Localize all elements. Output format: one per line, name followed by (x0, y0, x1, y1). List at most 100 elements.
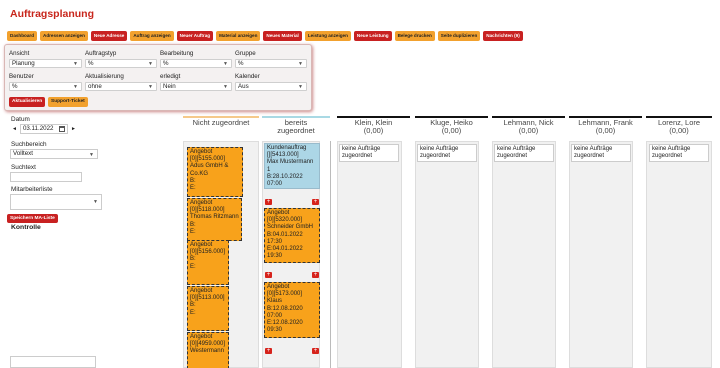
add-icon[interactable]: + (265, 199, 272, 205)
card-line: Schneider GmbH (267, 224, 314, 231)
no-orders-box: keine Aufträge zugeordnet (494, 144, 554, 162)
no-orders-box: keine Aufträge zugeordnet (649, 144, 709, 162)
card-line: E:04.01.2022 19:30 (267, 246, 303, 260)
bearbeitung-select[interactable]: % ▼ (160, 59, 232, 68)
next-day-button[interactable]: ► (71, 126, 76, 132)
chevron-down-icon: ▼ (148, 61, 153, 67)
column-header-text: Lehmann, Frank (0,00) (569, 119, 642, 135)
card-line: [0][4959.000] (190, 341, 226, 348)
card-line: Klaus (267, 298, 283, 305)
order-card[interactable]: Angebot [0][5155.000] Adus GmbH & Co.KG B: E: (187, 147, 243, 197)
kalender-select[interactable]: Aus ▼ (235, 82, 307, 91)
card-line: [0][5113.000] (190, 295, 225, 302)
card-line: Angebot (190, 149, 213, 155)
column-header-2: Klein, Klein (0,00) (337, 116, 410, 136)
column-header-6: Lorenz, Lore (0,00) (646, 116, 712, 136)
card-line: E:12.08.2020 09:30 (267, 320, 303, 334)
scrollbar[interactable] (330, 141, 331, 368)
card-line: [0][5156.000] (190, 249, 226, 256)
card-line: E: (190, 185, 196, 192)
card-line: 17:30 (267, 238, 283, 245)
card-line: B: (190, 256, 196, 263)
card-line: Adus GmbH & (190, 163, 229, 170)
card-line: Kundenauftrag (267, 145, 307, 151)
column-header-text: Lorenz, Lore (0,00) (646, 119, 712, 135)
add-icon[interactable]: + (265, 272, 272, 278)
toolbar-button-1[interactable]: Adressen anzeigen (40, 31, 88, 41)
column-count: (0,00) (595, 126, 616, 135)
suchbereich-select[interactable]: Volltext ▼ (10, 149, 98, 159)
support-ticket-button[interactable]: Support-Ticket (48, 97, 88, 107)
column-count: zugeordnet (277, 126, 315, 135)
card-line: [0][5173.000] (267, 291, 303, 298)
suchtext-input[interactable] (10, 172, 82, 182)
add-icon[interactable]: + (312, 348, 319, 354)
order-card[interactable]: Angebot [0][5320.000] Schneider GmbH B:04.0… (264, 208, 320, 263)
gruppe-select[interactable]: % ▼ (235, 59, 307, 68)
toolbar-button-10[interactable]: Seite duplizieren (437, 31, 481, 41)
toolbar-button-7[interactable]: Leistung anzeigen (304, 31, 351, 41)
auftragstyp-select[interactable]: % ▼ (85, 59, 157, 68)
benutzer-select[interactable]: % ▼ (9, 82, 82, 91)
prev-day-button[interactable]: ◄ (12, 126, 17, 132)
card-line: [0][5155.000] (190, 156, 226, 163)
toolbar-button-3[interactable]: Auftrag anzeigen (130, 31, 174, 41)
no-orders-text: zugeordnet (497, 153, 528, 159)
toolbar-button-0[interactable]: Dashboard (7, 31, 37, 41)
erledigt-select[interactable]: Nein ▼ (160, 82, 232, 91)
toolbar-button-4[interactable]: Neuer Auftrag (176, 31, 214, 41)
column-lorenz (646, 141, 712, 368)
no-orders-text: keine Aufträge (652, 146, 691, 152)
add-icon[interactable]: + (312, 272, 319, 278)
column-header-text: Nicht zugeordnet (183, 119, 259, 127)
card-line: [0][5118.000] (190, 207, 225, 214)
kontrolle-heading: Kontrolle (11, 224, 41, 231)
column-lehmann-nick (492, 141, 556, 368)
card-line: B: (190, 177, 196, 184)
order-card-customer[interactable]: Kundenauftrag [][5413.000] Max Mustermann … (264, 143, 320, 189)
column-count: (0,00) (363, 126, 384, 135)
card-line: B: (190, 221, 196, 228)
suchbereich-value: Volltext (13, 150, 33, 157)
order-card[interactable]: Angebot [0][4959.000] Westermann (187, 332, 229, 368)
column-header-4: Lehmann, Nick (0,00) (492, 116, 565, 136)
date-input[interactable]: 03.11.2022 (19, 124, 68, 134)
benutzer-value: % (12, 83, 18, 90)
toolbar-button-2[interactable]: Neue Adresse (90, 31, 128, 41)
toolbar-button-8[interactable]: Neue Leistung (353, 31, 392, 41)
no-orders-text: zugeordnet (574, 153, 605, 159)
card-line: E: (190, 263, 196, 270)
card-line: B:12.08.2020 (267, 305, 303, 312)
order-card[interactable]: Angebot [0][5113.000] B: E: (187, 286, 229, 331)
aktualisierung-select[interactable]: ohne ▼ (85, 82, 157, 91)
toolbar-button-9[interactable]: Belege drucken (394, 31, 435, 41)
no-orders-text: keine Aufträge (574, 146, 613, 152)
chevron-down-icon: ▼ (93, 199, 98, 205)
card-line: Angebot (190, 200, 213, 206)
order-card[interactable]: Angebot [0][5118.000] Thomas Ritzmann B: E: (187, 198, 242, 241)
order-card[interactable]: Angebot [0][5173.000] Klaus B:12.08.2020 07:… (264, 282, 320, 338)
filter-panel: Ansicht Planung ▼ Auftragstyp % ▼ Bearbeit… (4, 44, 312, 111)
toolbar-button-5[interactable]: Material anzeigen (216, 31, 261, 41)
column-header-text: bereits zugeordnet (262, 119, 330, 135)
toolbar-button-6[interactable]: Neues Material (263, 31, 302, 41)
ansicht-select[interactable]: Planung ▼ (9, 59, 82, 68)
card-line: B:28.10.2022 07:00 (267, 173, 303, 188)
toolbar-button-11[interactable]: Nachrichten (9) (483, 31, 523, 41)
no-orders-text: zugeordnet (652, 153, 683, 159)
gruppe-value: % (238, 60, 244, 67)
refresh-button[interactable]: Aktualisieren (9, 97, 46, 107)
add-icon[interactable]: + (312, 199, 319, 205)
no-orders-text: keine Aufträge (420, 146, 459, 152)
order-card[interactable]: Angebot [0][5156.000] B: E: (187, 240, 229, 285)
ansicht-label: Ansicht (9, 50, 30, 57)
suchtext-label: Suchtext (11, 164, 36, 171)
no-orders-text: keine Aufträge (342, 146, 381, 152)
erledigt-label: erledigt (160, 73, 181, 80)
calendar-icon[interactable] (58, 126, 65, 132)
card-line: 07:00 (267, 312, 283, 319)
mitarbeiterliste-select[interactable]: ▼ (10, 194, 102, 210)
add-icon[interactable]: + (265, 348, 272, 354)
save-ma-list-button[interactable]: Speichern MA-Liste (7, 214, 58, 223)
card-line: [0][5320.000] (267, 217, 303, 224)
